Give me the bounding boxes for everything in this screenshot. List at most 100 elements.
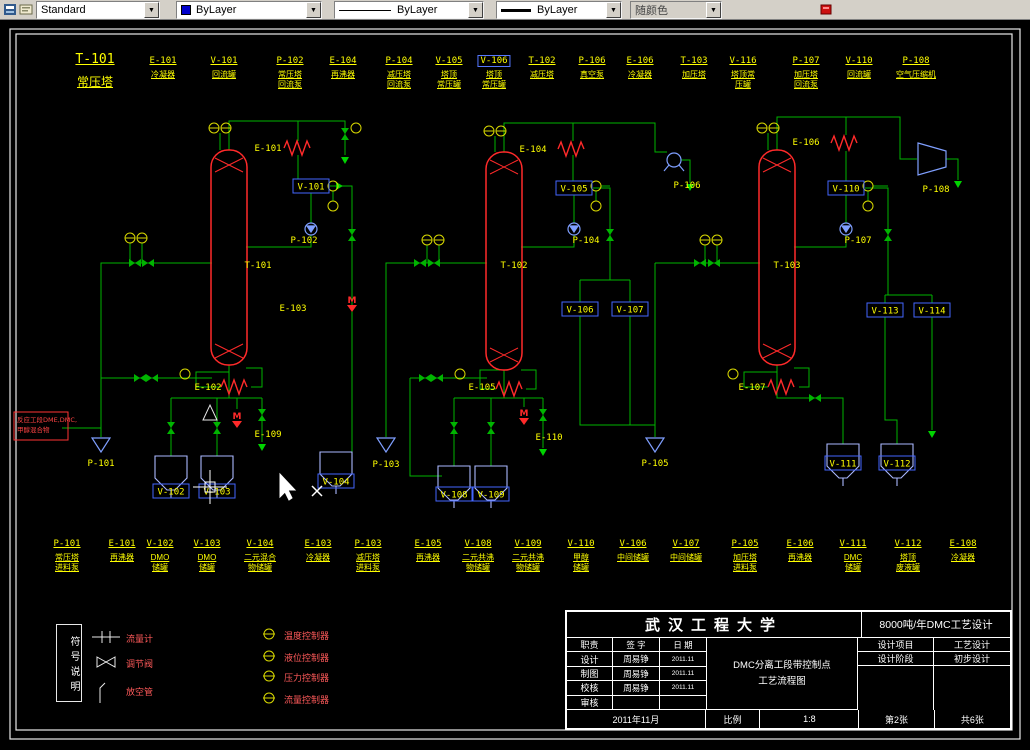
pipe-network[interactable]	[62, 116, 959, 477]
equipment-tag-V-106[interactable]: V-106	[566, 306, 593, 316]
scale-value: 1:8	[760, 710, 860, 728]
sheet-number: 第2张	[859, 710, 935, 728]
equipment-label-V-101: V-101 回流罐	[210, 56, 238, 79]
equipment-tag-P-103[interactable]: P-103	[372, 460, 399, 470]
dropdown-arrow-icon[interactable]: ▼	[606, 2, 621, 18]
equipment-tag-V-105[interactable]: V-105	[560, 185, 587, 195]
text-style-value: Standard	[41, 4, 86, 16]
equipment-label-P-107: P-107 加压塔 回流泵	[792, 56, 820, 90]
dropdown-arrow-icon[interactable]: ▼	[144, 2, 159, 18]
compressor-P-108	[917, 142, 947, 176]
pump-P-101	[90, 437, 112, 454]
make-layer-current-icon[interactable]	[18, 2, 34, 17]
row-role: 校核	[567, 681, 613, 696]
storage-tanks[interactable]	[154, 443, 914, 508]
university-name: 武汉工程大学	[567, 612, 862, 638]
equipment-tag-P-105[interactable]: P-105	[641, 459, 668, 469]
drawing-title-line2: 工艺流程图	[758, 675, 806, 687]
equipment-tag-V-101[interactable]: V-101	[297, 183, 324, 193]
pumps[interactable]	[90, 142, 947, 454]
equipment-tag-P-107[interactable]: P-107	[844, 236, 871, 246]
coil-E-102	[220, 377, 248, 397]
dropdown-arrow-icon[interactable]: ▼	[468, 2, 483, 18]
equipment-tag-V-102[interactable]: V-102	[157, 488, 184, 498]
equipment-tag-V-107[interactable]: V-107	[616, 306, 643, 316]
row-sign: 周易铮	[613, 666, 660, 682]
color-combo[interactable]: ByLayer ▼	[176, 1, 322, 19]
equipment-tag-P-102[interactable]: P-102	[290, 236, 317, 246]
linetype-sample-icon	[339, 9, 391, 11]
row-role: 设计	[567, 652, 613, 667]
row-sign	[613, 695, 660, 711]
row-date: 2011.11	[660, 652, 707, 667]
legend-symbols	[92, 628, 275, 704]
equipment-label-E-106: E-106 再沸器	[786, 539, 814, 562]
dropdown-arrow-icon[interactable]: ▼	[706, 2, 721, 18]
scale-label: 比例	[706, 710, 761, 728]
equipment-tag-E-104[interactable]: E-104	[519, 145, 546, 155]
equipment-tag-E-107[interactable]: E-107	[738, 383, 765, 393]
legend-item-vent-pipe: 放空管	[126, 687, 154, 697]
motor-valves[interactable]: M M M	[232, 296, 529, 428]
pump-P-103	[375, 437, 397, 454]
equipment-tag-V-108[interactable]: V-108	[440, 491, 467, 501]
equipment-label-T-102: T-102 减压塔	[528, 56, 556, 79]
equipment-tag-V-104[interactable]: V-104	[322, 478, 349, 488]
toolbar-red-tool-icon[interactable]	[818, 2, 834, 17]
equipment-tag-P-101[interactable]: P-101	[87, 459, 114, 469]
plot-style-combo[interactable]: 随颜色 ▼	[630, 1, 722, 19]
equipment-tag-T-103[interactable]: T-103	[773, 261, 800, 271]
color-swatch-icon	[181, 5, 191, 15]
equipment-label-E-105: E-105 再沸器	[414, 539, 442, 562]
equipment-tag-V-113[interactable]: V-113	[871, 307, 898, 317]
equipment-tag-E-110[interactable]: E-110	[535, 433, 562, 443]
coil-E-101	[283, 138, 311, 158]
layer-properties-icon[interactable]	[2, 2, 18, 17]
equipment-tag-P-106[interactable]: P-106	[673, 181, 700, 191]
equipment-tag-P-104[interactable]: P-104	[572, 236, 599, 246]
equipment-tag-P-108[interactable]: P-108	[922, 185, 949, 195]
coil-E-105	[495, 379, 523, 399]
equipment-tag-T-101[interactable]: T-101	[244, 261, 271, 271]
plot-style-value: 随颜色	[635, 5, 668, 17]
toolbar: Standard ▼ ByLayer ▼ ByLayer ▼ ByLayer ▼…	[0, 0, 1030, 20]
table-row: 制图 周易铮 2011.11	[567, 666, 707, 682]
equipment-label-V-102: V-102 DMO 储罐	[146, 539, 174, 573]
equipment-tag-V-111[interactable]: V-111	[829, 460, 856, 470]
svg-text:M: M	[233, 412, 242, 422]
design-item-label: 设计项目	[858, 638, 934, 652]
equipment-tag-T-102[interactable]: T-102	[500, 261, 527, 271]
equipment-tag-V-112[interactable]: V-112	[883, 460, 910, 470]
equipment-label-E-103: E-103 冷凝器	[304, 539, 332, 562]
equipment-label-P-105: P-105 加压塔 进料泵	[731, 539, 759, 573]
equipment-tag-E-102[interactable]: E-102	[194, 383, 221, 393]
linetype-combo[interactable]: ByLayer ▼	[334, 1, 484, 19]
signature-table: 职责 签 字 日 期 设计 周易铮 2011.11 制图 周易铮 2011.11…	[567, 638, 707, 711]
equipment-tag-E-101[interactable]: E-101	[254, 144, 281, 154]
feed-note: 反应工段DME,DMC, 甲醇混合物	[13, 411, 77, 441]
legend-title: 符号说明	[56, 624, 82, 702]
equipment-tag-E-109[interactable]: E-109	[254, 430, 281, 440]
coil-E-106	[830, 133, 858, 153]
equipment-tag-E-105[interactable]: E-105	[468, 383, 495, 393]
equipment-label-V-109: V-109 二元共沸 物储罐	[512, 539, 544, 573]
equipment-tag-E-103[interactable]: E-103	[279, 304, 306, 314]
drawing-title-line1: DMC分离工段带控制点	[733, 660, 831, 672]
lineweight-combo[interactable]: ByLayer ▼	[496, 1, 622, 19]
drawing-canvas[interactable]: M M M 反应工段DME,DMC, 甲醇混合物 E-101 P-102 T-1…	[0, 20, 1030, 750]
text-style-combo[interactable]: Standard ▼	[36, 1, 160, 19]
legend-item-flow-controller: 流量控制器	[284, 695, 330, 705]
equipment-tag-E-106[interactable]: E-106	[792, 138, 819, 148]
equipment-tag-V-109[interactable]: V-109	[477, 491, 504, 501]
dropdown-arrow-icon[interactable]: ▼	[306, 2, 321, 18]
equipment-label-P-108: P-108 空气压缩机	[896, 56, 936, 79]
cursor-marks	[193, 470, 323, 504]
equipment-tag-V-114[interactable]: V-114	[918, 307, 945, 317]
drawing-date: 2011年11月	[567, 710, 706, 728]
equipment-label-V-106: V-106 中间储罐	[617, 539, 649, 562]
equipment-label-E-106: E-106 冷凝器	[626, 56, 654, 79]
equipment-tag-V-110[interactable]: V-110	[832, 185, 859, 195]
row-sign: 周易铮	[613, 652, 660, 667]
equipment-label-T-103: T-103 加压塔	[680, 56, 708, 79]
crosshair-cursor	[193, 470, 227, 504]
